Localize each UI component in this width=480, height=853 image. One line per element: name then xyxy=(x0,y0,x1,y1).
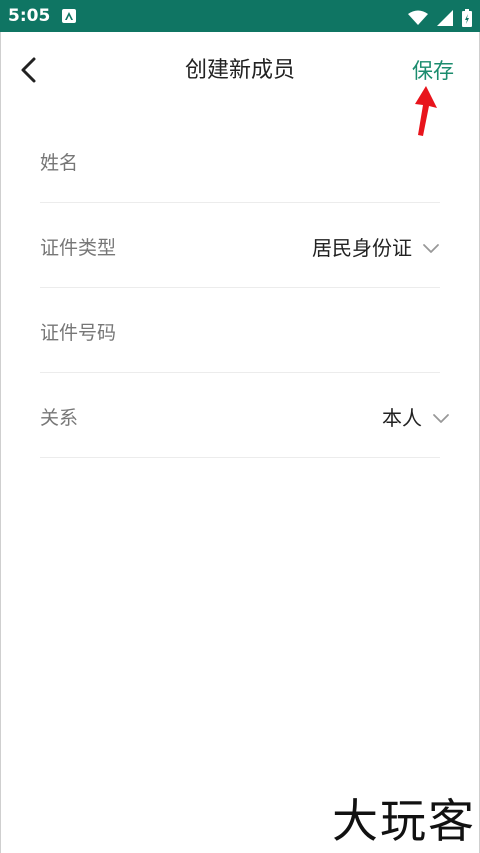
member-form: 姓名 证件类型 居民身份证 证件号码 关系 本人 xyxy=(40,118,449,458)
id-type-field[interactable]: 证件类型 居民身份证 xyxy=(40,203,440,288)
id-type-label: 证件类型 xyxy=(40,237,117,259)
id-number-field[interactable]: 证件号码 xyxy=(40,288,440,373)
wifi-icon xyxy=(407,10,428,25)
signal-icon xyxy=(436,9,453,26)
chevron-down-icon xyxy=(433,414,449,423)
id-number-input[interactable] xyxy=(40,288,440,372)
chevron-down-icon xyxy=(423,244,439,253)
status-bar: 5:05 xyxy=(0,0,480,32)
frame-border-left xyxy=(0,32,1,853)
status-time: 5:05 xyxy=(8,6,51,26)
battery-icon xyxy=(462,8,472,27)
page-title: 创建新成员 xyxy=(184,58,295,83)
relation-label: 关系 xyxy=(40,407,79,429)
id-type-value: 居民身份证 xyxy=(312,236,412,260)
name-input[interactable] xyxy=(40,118,440,202)
save-button[interactable]: 保存 xyxy=(412,56,454,86)
name-field[interactable]: 姓名 xyxy=(40,118,440,203)
relation-field[interactable]: 关系 本人 xyxy=(40,373,449,458)
notification-icon xyxy=(62,9,76,23)
watermark: 大玩客 xyxy=(332,794,476,848)
status-icons xyxy=(404,7,472,27)
relation-value: 本人 xyxy=(382,406,422,430)
